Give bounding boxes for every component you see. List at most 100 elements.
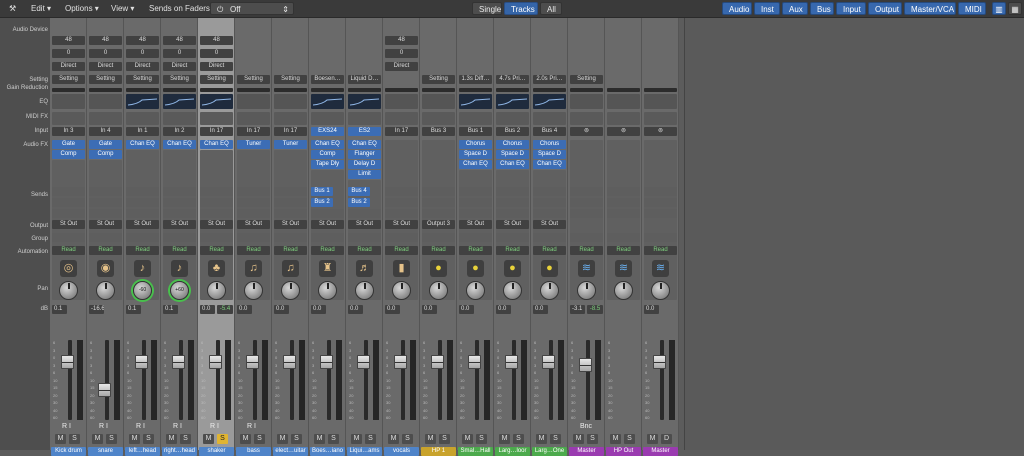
input-gain-field[interactable]: 0 bbox=[385, 49, 418, 58]
send-slot[interactable] bbox=[422, 187, 455, 196]
automation-mode[interactable]: Read bbox=[607, 246, 640, 255]
mute-button[interactable]: M bbox=[92, 434, 103, 444]
track-name[interactable]: Master bbox=[569, 447, 604, 456]
midi-fx-slot[interactable] bbox=[311, 112, 344, 125]
direct-monitor-field[interactable]: Direct bbox=[52, 62, 85, 71]
track-name[interactable]: vocals bbox=[384, 447, 419, 456]
channel-strip[interactable]: 1.3s Diff… Bus 1 Chorus Space D Chan EQ St Ou… bbox=[457, 18, 494, 456]
mute-button[interactable]: M bbox=[388, 434, 399, 444]
view-single-button[interactable]: Single bbox=[472, 2, 502, 15]
channel-strip[interactable]: Setting ⊚ Read ≋ -3.1 -8.5 6 3 0 3 6 10 15 20 30 40 60 Bn… bbox=[568, 18, 605, 456]
midi-fx-slot[interactable] bbox=[52, 112, 85, 125]
filter-audio-button[interactable]: Audio bbox=[722, 2, 752, 15]
solo-button[interactable]: S bbox=[624, 434, 635, 444]
audio-fx-plugin[interactable]: Tape Dly bbox=[311, 160, 344, 169]
filter-bus-button[interactable]: Bus bbox=[810, 2, 834, 15]
setting-button[interactable]: Setting bbox=[126, 75, 159, 84]
output-slot[interactable]: St Out bbox=[163, 220, 196, 229]
send-slot[interactable]: Bus 2 bbox=[311, 198, 333, 207]
track-name[interactable]: Kick drum bbox=[51, 447, 86, 456]
send-slot[interactable] bbox=[126, 209, 159, 218]
mute-button[interactable]: M bbox=[203, 434, 214, 444]
audio-fx-plugin[interactable]: Comp bbox=[311, 150, 344, 159]
pan-knob[interactable] bbox=[429, 281, 448, 300]
audio-fx-plugin[interactable]: Comp bbox=[89, 150, 122, 159]
sends-on-faders-select[interactable]: ⏻ Off ⇕ bbox=[210, 2, 294, 15]
send-slot[interactable] bbox=[644, 187, 677, 196]
send-slot[interactable] bbox=[311, 209, 344, 218]
send-slot[interactable] bbox=[200, 187, 233, 196]
volume-fader[interactable] bbox=[431, 355, 444, 369]
pan-knob[interactable]: -60 bbox=[133, 281, 152, 300]
volume-fader[interactable] bbox=[283, 355, 296, 369]
track-name[interactable]: Larg…One bbox=[532, 447, 567, 456]
track-name[interactable]: right…head bbox=[162, 447, 197, 456]
input-slot[interactable]: In 17 bbox=[385, 127, 418, 136]
send-slot[interactable] bbox=[200, 209, 233, 218]
send-slot[interactable] bbox=[422, 198, 455, 207]
midi-fx-slot[interactable] bbox=[533, 112, 566, 125]
midi-fx-slot[interactable] bbox=[422, 112, 455, 125]
midi-fx-slot[interactable] bbox=[496, 112, 529, 125]
sample-rate-field[interactable]: 48 bbox=[52, 36, 85, 45]
audio-fx-plugin[interactable]: Space D bbox=[533, 150, 566, 159]
volume-db-field[interactable]: -3.1 bbox=[570, 305, 585, 314]
group-slot[interactable] bbox=[348, 233, 381, 242]
group-slot[interactable] bbox=[533, 233, 566, 242]
eq-thumbnail[interactable] bbox=[533, 94, 566, 109]
volume-fader[interactable] bbox=[246, 355, 259, 369]
group-slot[interactable] bbox=[52, 233, 85, 242]
sample-rate-field[interactable]: 48 bbox=[385, 36, 418, 45]
midi-fx-slot[interactable] bbox=[385, 112, 418, 125]
audio-fx-plugin[interactable]: Chorus bbox=[496, 140, 529, 149]
input-slot[interactable]: Bus 3 bbox=[422, 127, 455, 136]
solo-button[interactable]: S bbox=[476, 434, 487, 444]
pan-knob[interactable]: +60 bbox=[170, 281, 189, 300]
automation-mode[interactable]: Read bbox=[496, 246, 529, 255]
send-slot[interactable] bbox=[52, 187, 85, 196]
automation-mode[interactable]: Read bbox=[570, 246, 603, 255]
volume-db-field[interactable]: 0.0 bbox=[200, 305, 215, 314]
eq-thumbnail[interactable] bbox=[163, 94, 196, 109]
input-slot[interactable]: In 3 bbox=[52, 127, 85, 136]
eq-thumbnail[interactable] bbox=[311, 94, 344, 109]
solo-button[interactable]: S bbox=[365, 434, 376, 444]
automation-mode[interactable]: Read bbox=[163, 246, 196, 255]
volume-db-field[interactable]: 0.0 bbox=[385, 305, 400, 314]
wrench-icon[interactable]: ⚒ bbox=[4, 2, 21, 15]
audio-fx-plugin[interactable]: Tuner bbox=[237, 140, 270, 149]
automation-mode[interactable]: Read bbox=[385, 246, 418, 255]
solo-button[interactable]: S bbox=[550, 434, 561, 444]
solo-button[interactable]: S bbox=[328, 434, 339, 444]
channel-strip[interactable]: 48 0 Direct In 17 St Out Read ▮ 0.0 6 3 0 3 6 10 15 20 3… bbox=[383, 18, 420, 456]
setting-button[interactable]: Setting bbox=[237, 75, 270, 84]
eq-thumbnail[interactable] bbox=[385, 94, 418, 109]
audio-fx-plugin[interactable]: Gate bbox=[52, 140, 85, 149]
send-slot[interactable] bbox=[237, 209, 270, 218]
volume-db-field[interactable]: 0.0 bbox=[422, 305, 437, 314]
send-slot[interactable]: Bus 2 bbox=[348, 198, 370, 207]
setting-button[interactable]: Boesen… bbox=[311, 75, 344, 84]
direct-monitor-field[interactable]: Direct bbox=[89, 62, 122, 71]
filter-master-vca-button[interactable]: Master/VCA bbox=[904, 2, 956, 15]
solo-button[interactable]: S bbox=[587, 434, 598, 444]
solo-button[interactable]: S bbox=[217, 434, 228, 444]
channel-strip[interactable]: Setting In 17 Tuner St Out Read ♫ 0.0 6 3 0 3 6 10 15… bbox=[235, 18, 272, 456]
setting-button[interactable]: Setting bbox=[570, 75, 603, 84]
input-slot[interactable]: Bus 1 bbox=[459, 127, 492, 136]
record-input-buttons[interactable]: R I bbox=[99, 423, 108, 430]
record-input-buttons[interactable]: R I bbox=[247, 423, 256, 430]
setting-button[interactable]: Setting bbox=[422, 75, 455, 84]
mute-button[interactable]: M bbox=[166, 434, 177, 444]
pan-knob[interactable] bbox=[281, 281, 300, 300]
filter-midi-button[interactable]: MIDI bbox=[958, 2, 986, 15]
channel-strip[interactable]: 48 0 Direct Setting In 2 Chan EQ St Out Read ♪ +6… bbox=[161, 18, 198, 456]
audio-fx-plugin[interactable]: Chan EQ bbox=[311, 140, 344, 149]
send-slot[interactable] bbox=[274, 187, 307, 196]
pan-knob[interactable] bbox=[96, 281, 115, 300]
send-slot[interactable] bbox=[496, 187, 529, 196]
pan-knob[interactable] bbox=[503, 281, 522, 300]
input-slot[interactable]: ⊚ bbox=[607, 127, 640, 136]
send-slot[interactable] bbox=[126, 187, 159, 196]
midi-fx-slot[interactable] bbox=[607, 112, 640, 125]
